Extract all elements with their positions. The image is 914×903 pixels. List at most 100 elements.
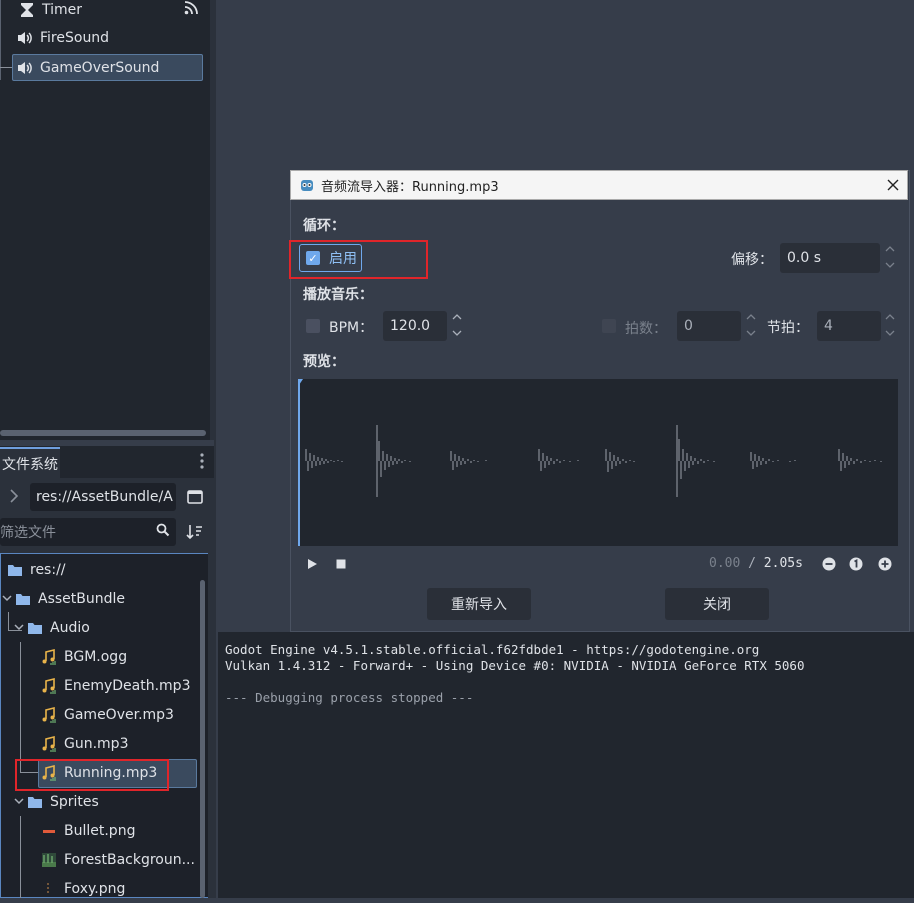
close-icon[interactable] [887,179,899,191]
bpm-spinbox[interactable]: 120.0 [383,311,447,341]
sort-icon[interactable] [186,523,204,545]
preview-section-label: 预览： [303,354,345,370]
tree-item-gameover[interactable]: GameOver.mp3 [40,701,174,729]
tree-item-label: GameOver.mp3 [64,707,174,723]
tree-item-bullet[interactable]: Bullet.png [40,817,135,845]
console-line: Vulkan 1.4.312 - Forward+ - Using Device… [225,658,805,673]
filter-placeholder: 筛选文件 [0,525,56,541]
folder-icon [6,561,24,579]
waveform-preview[interactable] [295,379,898,546]
zoom-out-icon[interactable] [822,557,836,575]
audio-file-icon [40,677,58,695]
toggle-split-icon[interactable] [186,488,204,510]
dock-menu-icon[interactable] [200,452,208,472]
tree-item-label: Sprites [50,794,99,810]
tree-item-label: Gun.mp3 [64,736,129,752]
time-current: 0.00 [709,556,741,571]
vertical-scrollbar[interactable] [200,580,205,898]
bpm-label: BPM： [329,320,374,336]
audio-file-icon [40,706,58,724]
audio-file-icon [40,648,58,666]
play-icon[interactable] [306,558,318,574]
folder-icon [26,619,44,637]
bar-beats-value: 4 [824,318,833,334]
bar-beats-spinbox[interactable]: 4 [817,311,881,341]
beats-label: 拍数： [625,321,667,337]
chevron-down-icon[interactable] [14,624,26,632]
beats-value: 0 [684,318,693,334]
time-separator: / [748,556,756,571]
offset-spinbox[interactable]: 0.0 s [780,243,880,273]
signal-icon[interactable] [184,1,198,19]
waveform-graphic [295,379,882,546]
speaker-icon [16,59,34,77]
close-label: 关闭 [703,597,731,613]
chevron-down-icon[interactable] [2,595,14,603]
filter-input[interactable]: 筛选文件 [0,518,176,546]
scene-node-gameoversound[interactable]: GameOverSound [12,54,203,81]
reimport-label: 重新导入 [451,597,507,613]
playback-time: 0.00 / 2.05s [709,556,803,571]
hourglass-icon [18,1,36,19]
console-line: --- Debugging process stopped --- [225,690,474,705]
chevron-down-icon[interactable] [14,798,26,806]
tree-item-res[interactable]: res:// [6,556,66,584]
bar-beats-stepper-icon[interactable] [885,313,895,341]
tree-item-label: BGM.ogg [64,649,128,665]
tree-item-label: ForestBackgroun... [64,852,195,868]
loop-section-label: 循环： [303,218,345,234]
tab-filesystem[interactable]: 文件系统 [0,447,60,478]
tree-item-label: Foxy.png [64,881,126,897]
tree-item-forestbackground[interactable]: ForestBackgroun... [40,846,195,874]
path-input[interactable]: res://AssetBundle/A [30,483,176,511]
bpm-stepper-icon[interactable] [452,313,462,341]
tree-connector [0,67,12,68]
tree-item-foxy[interactable]: Foxy.png [40,875,125,903]
tree-guide [20,642,21,772]
tree-item-assetbundle[interactable]: AssetBundle [2,585,125,613]
speaker-icon [16,29,34,47]
offset-stepper-icon[interactable] [884,245,896,272]
tree-item-label: AssetBundle [38,591,126,607]
audio-file-icon [40,735,58,753]
close-button[interactable]: 关闭 [665,588,769,620]
time-total: 2.05s [763,556,803,571]
stop-icon[interactable] [335,558,347,574]
path-text: res://AssetBundle/A [36,489,173,505]
godot-logo-icon [299,177,315,193]
reimport-button[interactable]: 重新导入 [427,588,531,620]
offset-value: 0.0 s [787,250,822,266]
bpm-checkbox[interactable] [306,319,320,333]
music-section-label: 播放音乐： [303,287,373,303]
tree-item-gun[interactable]: Gun.mp3 [40,730,128,758]
bpm-value: 120.0 [390,318,431,334]
tree-guide [20,816,21,898]
zoom-reset-icon[interactable] [849,557,863,575]
beats-spinbox[interactable]: 0 [677,311,741,341]
tree-item-label: res:// [30,562,66,578]
folder-icon [14,590,32,608]
scene-node-label: FireSound [40,30,110,46]
tree-item-label: EnemyDeath.mp3 [64,678,191,694]
tree-line [0,0,1,80]
folder-icon [26,793,44,811]
beats-checkbox[interactable] [602,319,616,333]
tree-item-label: Audio [50,620,90,636]
tab-label: 文件系统 [2,456,58,473]
offset-label: 偏移： [731,252,773,268]
beats-stepper-icon[interactable] [746,313,756,341]
scene-node-firesound[interactable]: FireSound [16,24,109,52]
scene-node-label: Timer [42,2,83,18]
tree-item-audio[interactable]: Audio [14,614,90,642]
scene-node-timer[interactable]: Timer [18,0,204,24]
console-line: Godot Engine v4.5.1.stable.official.f62f… [225,642,760,657]
tree-item-enemydeath[interactable]: EnemyDeath.mp3 [40,672,190,700]
highlight-box [15,759,169,791]
forward-arrow-icon[interactable] [10,488,19,507]
zoom-in-icon[interactable] [878,557,892,575]
tree-item-bgm[interactable]: BGM.ogg [40,643,127,671]
image-thumbnail-icon [40,880,58,898]
horizontal-scrollbar[interactable] [0,430,206,436]
tree-item-sprites[interactable]: Sprites [14,788,99,816]
output-console: Godot Engine v4.5.1.stable.official.f62f… [218,632,914,898]
